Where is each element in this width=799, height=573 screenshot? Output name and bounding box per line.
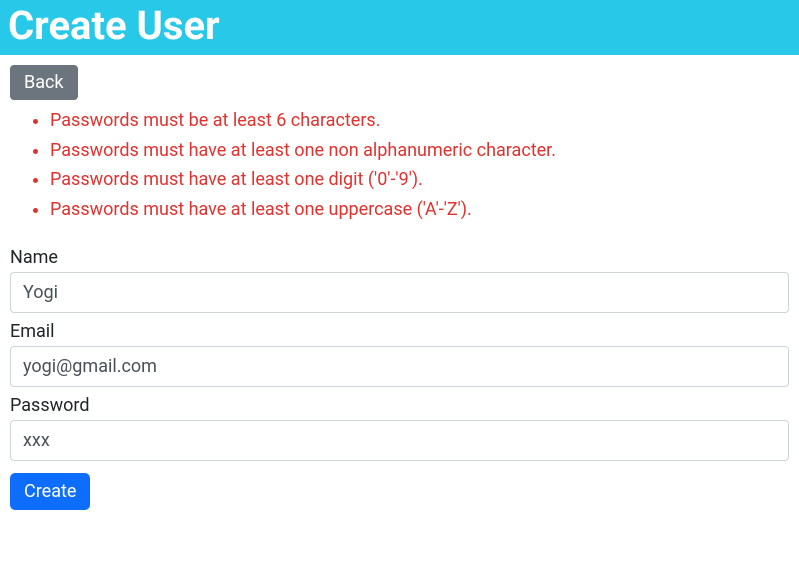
- password-label: Password: [10, 395, 789, 416]
- name-group: Name: [10, 247, 789, 313]
- password-group: Password: [10, 395, 789, 461]
- name-field[interactable]: [10, 272, 789, 313]
- email-field[interactable]: [10, 346, 789, 387]
- password-field[interactable]: [10, 420, 789, 461]
- back-button[interactable]: Back: [10, 65, 78, 100]
- name-label: Name: [10, 247, 789, 268]
- error-item: Passwords must have at least one digit (…: [50, 165, 789, 195]
- error-item: Passwords must have at least one upperca…: [50, 195, 789, 225]
- validation-error-list: Passwords must be at least 6 characters.…: [10, 106, 789, 225]
- content-area: Back Passwords must be at least 6 charac…: [0, 55, 799, 520]
- error-item: Passwords must be at least 6 characters.: [50, 106, 789, 136]
- page-header: Create User: [0, 0, 799, 55]
- email-label: Email: [10, 321, 789, 342]
- page-title: Create User: [8, 2, 791, 49]
- email-group: Email: [10, 321, 789, 387]
- error-item: Passwords must have at least one non alp…: [50, 136, 789, 166]
- create-button[interactable]: Create: [10, 473, 90, 510]
